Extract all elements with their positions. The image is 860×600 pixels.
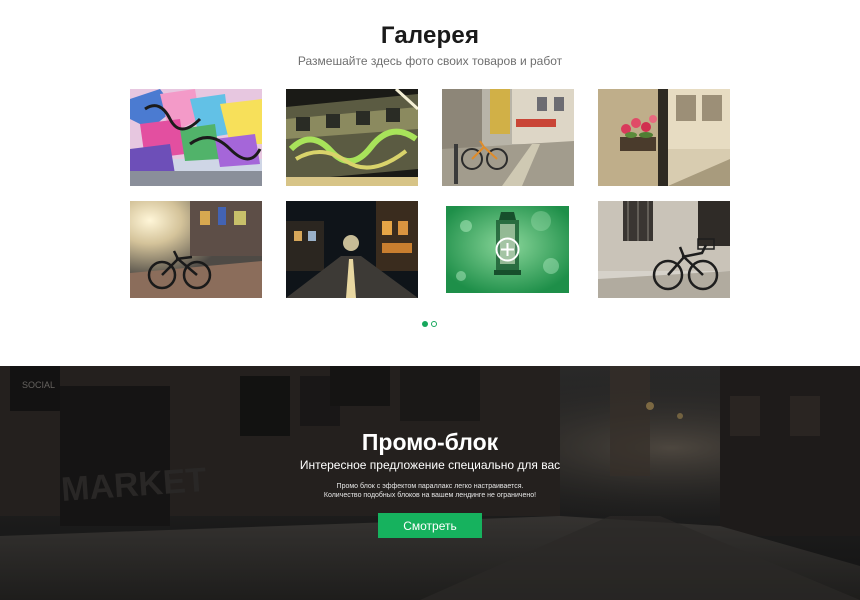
pagination-dot-1[interactable]: [422, 321, 428, 327]
gallery-subtitle: Размешайте здесь фото своих товаров и ра…: [297, 54, 563, 68]
promo-title: Промо-блок: [361, 429, 499, 455]
gallery-photo-bicycle-wall[interactable]: [598, 201, 730, 298]
gallery-photo-graffiti-train[interactable]: [286, 89, 418, 186]
promo-view-button[interactable]: Смотреть: [378, 513, 482, 538]
pagination-dot-2[interactable]: [431, 321, 437, 327]
gallery-photo-street-bicycle[interactable]: [442, 89, 574, 186]
promo-section: SOCIAL MARKET Промо-блок Интересное пред…: [0, 366, 860, 600]
promo-subtitle: Интересное предложение специально для ва…: [299, 458, 561, 472]
promo-description-line-2: Количество подобных блоков на вашем ленд…: [323, 492, 537, 499]
promo-description: Промо блок с эффектом параллакс легко на…: [0, 482, 860, 500]
gallery-photo-bicycle-sunset[interactable]: [130, 201, 262, 298]
gallery-photo-graffiti-wall[interactable]: [130, 89, 262, 186]
plus-circle-icon[interactable]: [446, 206, 569, 293]
gallery-photo-green-lantern[interactable]: [446, 206, 569, 293]
promo-description-line-1: Промо блок с эффектом параллакс легко на…: [336, 483, 524, 490]
gallery-section: Галерея Размешайте здесь фото своих това…: [0, 0, 860, 366]
gallery-photo-flower-window[interactable]: [598, 89, 730, 186]
gallery-photo-night-street[interactable]: [286, 201, 418, 298]
gallery-title: Галерея: [380, 22, 480, 49]
